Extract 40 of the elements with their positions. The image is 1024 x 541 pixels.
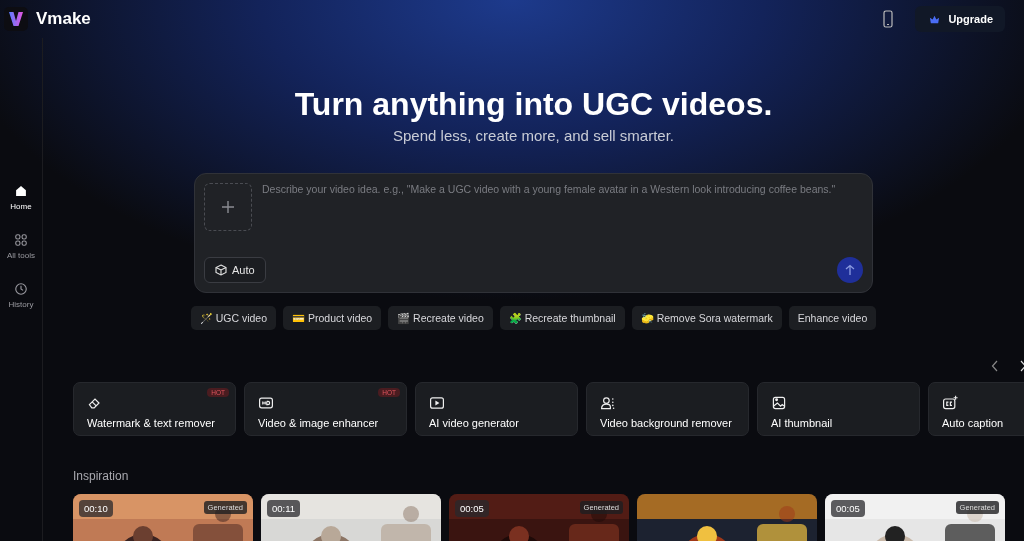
section-title: Inspiration (73, 469, 130, 483)
arrow-up-icon (844, 264, 856, 276)
home-icon (14, 184, 28, 198)
clock-icon (14, 282, 28, 296)
quick-action-chip[interactable]: 💳 Product video (283, 306, 382, 330)
logo-icon[interactable] (4, 7, 28, 31)
quick-action-chip[interactable]: 🧽 Remove Sora watermark (631, 306, 782, 330)
prompt-field[interactable]: Describe your video idea. e.g., "Make a UGC video with a young female avatar in a Western look introducing coffee beans." Auto (194, 173, 873, 293)
quick-action-chip[interactable]: 🎬 Recreate video (388, 306, 493, 330)
duration-label: 00:11 (267, 500, 301, 517)
tool-card[interactable]: Video background remover (586, 382, 749, 436)
hero-title: Turn anything into UGC videos. (294, 86, 773, 123)
duration-label: 00:05 (831, 500, 865, 517)
duration-label: 00:10 (79, 500, 113, 517)
quick-action-chip[interactable]: Enhance video (788, 306, 877, 330)
chevron-left-icon[interactable] (991, 360, 999, 372)
sidebar-item[interactable]: Home (10, 184, 32, 211)
phone-icon[interactable] (881, 10, 896, 28)
image-icon (771, 395, 787, 411)
send-button[interactable] (837, 257, 863, 283)
upgrade-button[interactable]: Upgrade (915, 6, 1005, 32)
grid-icon (14, 233, 28, 247)
hero-subtitle: Spend less, create more, and sell smarter. (393, 127, 674, 144)
quick-action-chip[interactable]: 🧩 Recreate thumbnail (499, 306, 625, 330)
tool-card[interactable]: Auto caption (928, 382, 1024, 436)
sidebar-item[interactable]: All tools (7, 233, 35, 260)
quick-action-chip[interactable]: 🪄 UGC video (190, 306, 277, 330)
sidebar-item[interactable]: History (8, 282, 34, 309)
crown-icon (929, 13, 941, 25)
tool-card[interactable]: AI thumbnail (757, 382, 920, 436)
tool-card[interactable]: AI video generator (415, 382, 578, 436)
plus-icon (221, 200, 235, 214)
brand-name: Vmake (36, 9, 91, 29)
person-icon (600, 395, 616, 411)
mode-button[interactable]: Auto (204, 257, 266, 283)
caption-icon (942, 395, 958, 411)
duration-label: 00:05 (455, 500, 489, 517)
cube-icon (215, 264, 227, 276)
play-icon (429, 395, 445, 411)
hd-icon (258, 395, 274, 411)
